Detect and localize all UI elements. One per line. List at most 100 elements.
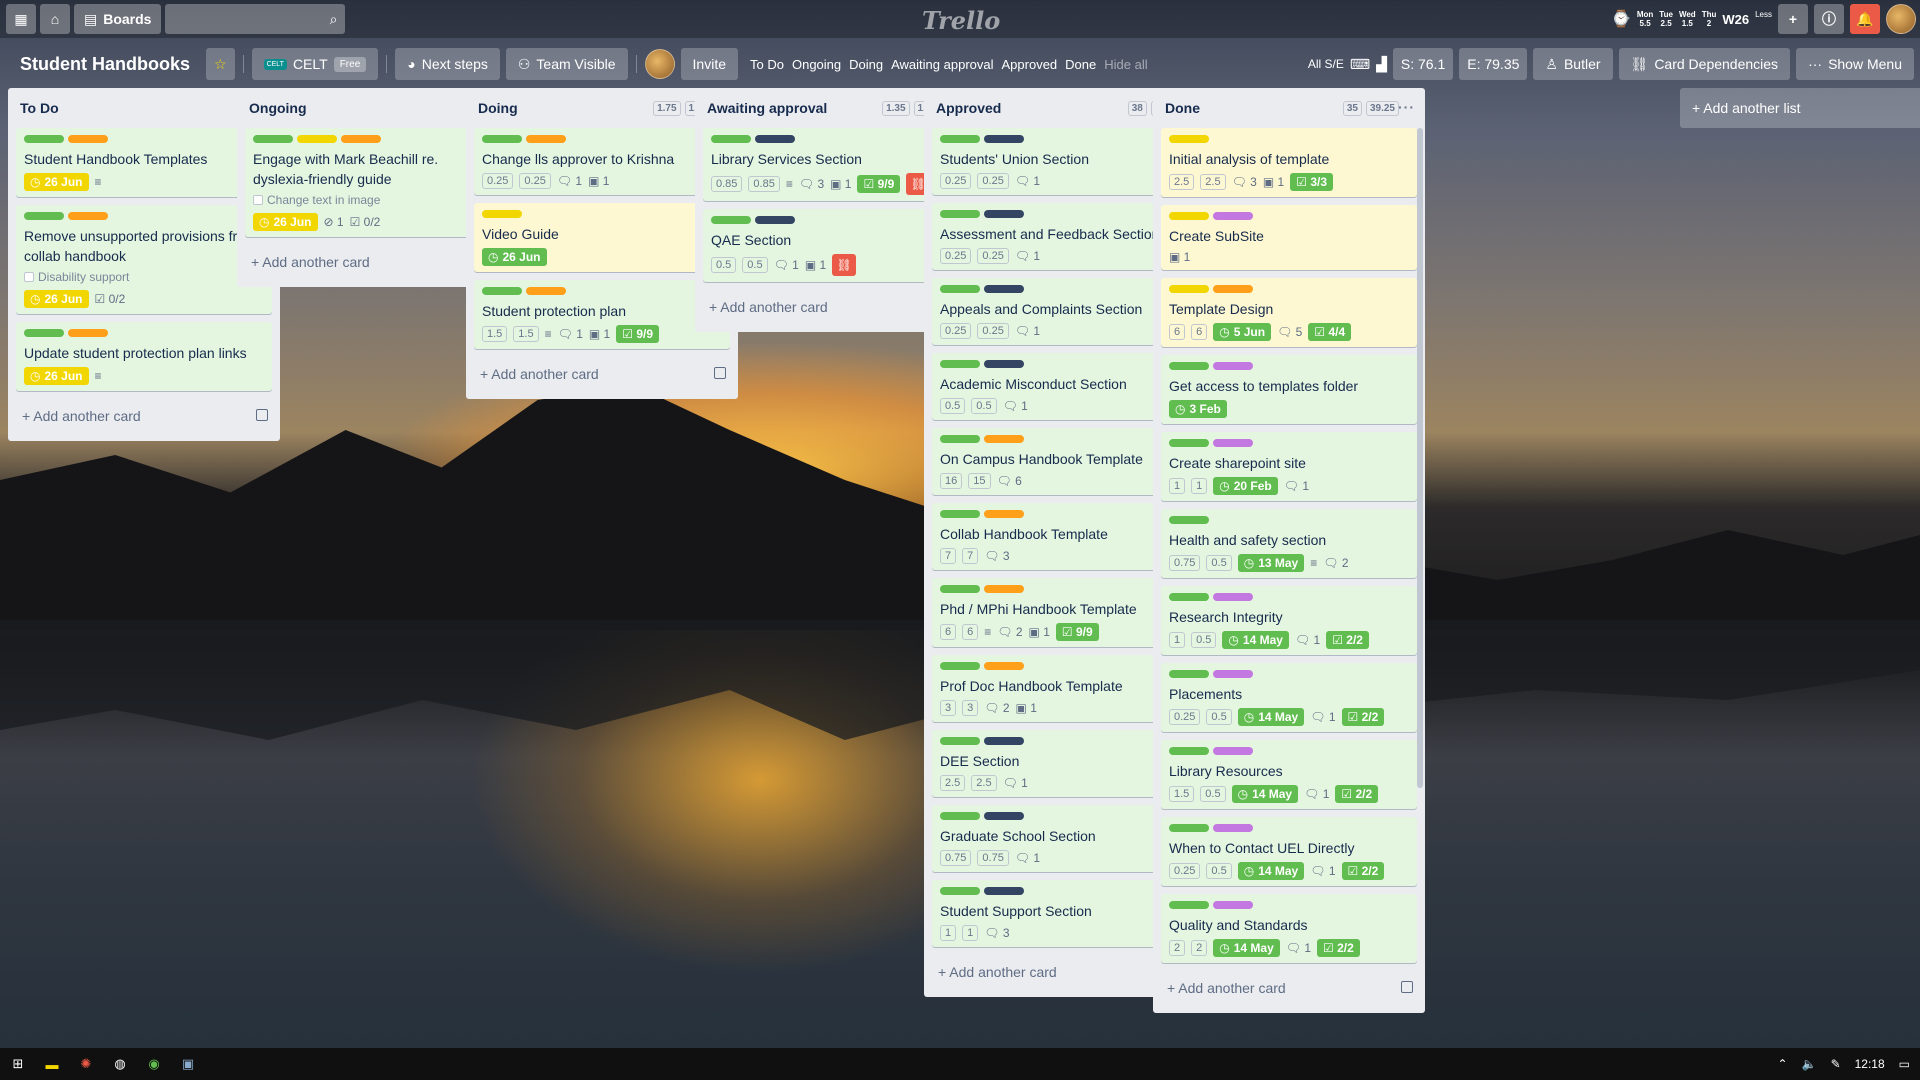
- due-date-badge[interactable]: ◷ 14 May: [1237, 862, 1305, 880]
- quick-link[interactable]: Ongoing: [792, 57, 841, 72]
- card-label[interactable]: [253, 135, 293, 143]
- add-card-button[interactable]: + Add another card: [932, 955, 1188, 989]
- quick-link[interactable]: Approved: [1002, 57, 1058, 72]
- invite-button[interactable]: Invite: [680, 48, 739, 80]
- card[interactable]: Create SubSite ▣ 1: [1161, 205, 1417, 270]
- trello-logo[interactable]: Trello: [922, 6, 1000, 35]
- card-label[interactable]: [755, 135, 795, 143]
- add-list-button[interactable]: + Add another list: [1680, 88, 1920, 128]
- card-label[interactable]: [940, 887, 980, 895]
- card-label[interactable]: [482, 287, 522, 295]
- card-label[interactable]: [24, 329, 64, 337]
- card-label[interactable]: [940, 435, 980, 443]
- card[interactable]: Students' Union Section 0.25 0.25 🗨 1: [932, 128, 1188, 195]
- due-date-badge[interactable]: ◷ 5 Jun: [1213, 323, 1272, 341]
- quick-link[interactable]: Done: [1065, 57, 1096, 72]
- card-label[interactable]: [1213, 747, 1253, 755]
- card-label[interactable]: [297, 135, 337, 143]
- card-label[interactable]: [940, 210, 980, 218]
- list-title[interactable]: Approved: [936, 100, 1001, 116]
- due-date-badge[interactable]: ◷ 26 Jun: [24, 173, 89, 191]
- card-label[interactable]: [1169, 901, 1209, 909]
- boards-button[interactable]: ▤ Boards: [74, 4, 162, 34]
- card[interactable]: Engage with Mark Beachill re. dyslexia-f…: [245, 128, 501, 237]
- card-label[interactable]: [24, 212, 64, 220]
- card-label[interactable]: [984, 435, 1024, 443]
- apps-grid-button[interactable]: ▦: [6, 4, 36, 34]
- avatar[interactable]: [1886, 4, 1916, 34]
- list-title[interactable]: To Do: [20, 100, 59, 116]
- card-label[interactable]: [1169, 135, 1209, 143]
- card-label[interactable]: [984, 360, 1024, 368]
- card-label[interactable]: [341, 135, 381, 143]
- card[interactable]: Quality and Standards 2 2 ◷ 14 May 🗨 1 ☑ 2/2: [1161, 894, 1417, 963]
- visibility-button[interactable]: ⚇ Team Visible: [505, 48, 628, 80]
- card-label[interactable]: [711, 216, 751, 224]
- card[interactable]: Placements 0.25 0.5 ◷ 14 May 🗨 1 ☑ 2/2: [1161, 663, 1417, 732]
- card[interactable]: Get access to templates folder ◷ 3 Feb: [1161, 355, 1417, 424]
- card-label[interactable]: [940, 510, 980, 518]
- card-label[interactable]: [68, 329, 108, 337]
- create-button[interactable]: +: [1778, 4, 1808, 34]
- card[interactable]: Video Guide ◷ 26 Jun: [474, 203, 730, 272]
- template-icon[interactable]: [256, 409, 268, 421]
- card-label[interactable]: [711, 135, 751, 143]
- add-card-button[interactable]: + Add another card: [703, 290, 959, 324]
- card[interactable]: Health and safety section 0.75 0.5 ◷ 13 May ≡…: [1161, 509, 1417, 578]
- pen-icon[interactable]: ✎: [1831, 1057, 1841, 1071]
- card-label[interactable]: [940, 135, 980, 143]
- search-input[interactable]: ⌕: [165, 4, 346, 34]
- card-label[interactable]: [68, 135, 108, 143]
- add-card-button[interactable]: + Add another card: [16, 399, 272, 433]
- card[interactable]: On Campus Handbook Template 16 15 🗨 6: [932, 428, 1188, 495]
- all-se-label[interactable]: All S/E: [1308, 57, 1344, 71]
- card[interactable]: Library Resources 1.5 0.5 ◷ 14 May 🗨 1 ☑ 2/2: [1161, 740, 1417, 809]
- card[interactable]: Phd / MPhi Handbook Template 6 6 ≡ 🗨 2 ▣ 1 ☑ 9…: [932, 578, 1188, 647]
- notifications-button[interactable]: 🔔: [1850, 4, 1880, 34]
- due-date-badge[interactable]: ◷ 14 May: [1213, 939, 1280, 957]
- dependency-link-icon[interactable]: ⛓: [832, 254, 857, 276]
- card[interactable]: Appeals and Complaints Section 0.25 0.25 🗨 …: [932, 278, 1188, 345]
- card[interactable]: Update student protection plan links ◷ 26 …: [16, 322, 272, 391]
- due-date-badge[interactable]: ◷ 3 Feb: [1169, 400, 1227, 418]
- app-icon[interactable]: ✺: [78, 1056, 94, 1072]
- card-label[interactable]: [68, 212, 108, 220]
- due-date-badge[interactable]: ◷ 14 May: [1237, 708, 1305, 726]
- card-label[interactable]: [984, 510, 1024, 518]
- card[interactable]: Graduate School Section 0.75 0.75 🗨 1: [932, 805, 1188, 872]
- card-label[interactable]: [1169, 747, 1209, 755]
- card[interactable]: Assessment and Feedback Section 0.25 0.25 🗨…: [932, 203, 1188, 270]
- card-label[interactable]: [940, 662, 980, 670]
- butler-button[interactable]: ♙ Butler: [1533, 48, 1613, 80]
- card-label[interactable]: [1169, 212, 1209, 220]
- card-label[interactable]: [984, 210, 1024, 218]
- add-card-button[interactable]: + Add another card: [1161, 971, 1417, 1005]
- card-label[interactable]: [1213, 212, 1253, 220]
- due-date-badge[interactable]: ◷ 26 Jun: [24, 290, 89, 308]
- list-title[interactable]: Ongoing: [249, 100, 307, 116]
- card[interactable]: Collab Handbook Template 7 7 🗨 3: [932, 503, 1188, 570]
- windows-start-icon[interactable]: ⊞: [10, 1056, 26, 1072]
- template-icon[interactable]: [1401, 981, 1413, 993]
- card-label[interactable]: [940, 285, 980, 293]
- app-icon[interactable]: ◍: [112, 1056, 128, 1072]
- show-menu-button[interactable]: ··· Show Menu: [1796, 48, 1914, 80]
- due-date-badge[interactable]: ◷ 14 May: [1222, 631, 1289, 649]
- card-label[interactable]: [1169, 362, 1209, 370]
- card-label[interactable]: [940, 812, 980, 820]
- card-label[interactable]: [1169, 516, 1209, 524]
- card[interactable]: Template Design 6 6 ◷ 5 Jun 🗨 5 ☑ 4/4: [1161, 278, 1417, 347]
- card-label[interactable]: [1213, 670, 1253, 678]
- card-label[interactable]: [1213, 824, 1253, 832]
- card-label[interactable]: [24, 135, 64, 143]
- template-icon[interactable]: [714, 367, 726, 379]
- card-label[interactable]: [984, 285, 1024, 293]
- due-date-badge[interactable]: ◷ 26 Jun: [482, 248, 547, 266]
- add-card-button[interactable]: + Add another card: [474, 357, 730, 391]
- card-label[interactable]: [984, 585, 1024, 593]
- card-label[interactable]: [1213, 285, 1253, 293]
- due-date-badge[interactable]: ◷ 14 May: [1231, 785, 1299, 803]
- card-label[interactable]: [1169, 670, 1209, 678]
- chrome-icon[interactable]: ◉: [146, 1056, 162, 1072]
- card[interactable]: Research Integrity 1 0.5 ◷ 14 May 🗨 1 ☑ 2/2: [1161, 586, 1417, 655]
